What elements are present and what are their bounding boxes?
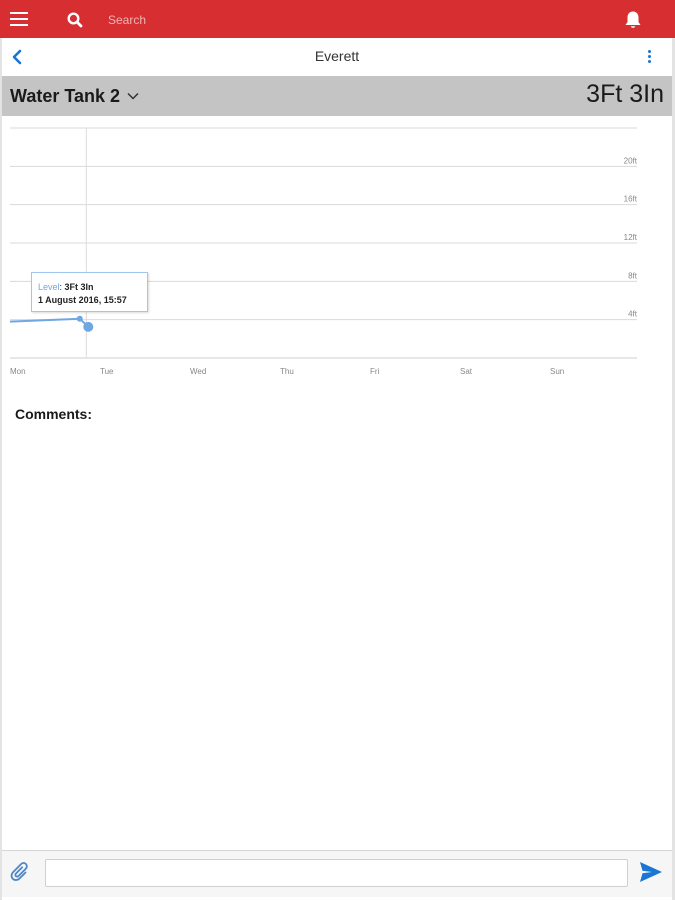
tooltip-timestamp: 1 August 2016, 15:57 xyxy=(38,295,127,305)
chart-tooltip: Level: 3Ft 3In 1 August 2016, 15:57 xyxy=(31,272,148,312)
series-level[interactable] xyxy=(9,315,94,332)
y-tick-label: 4ft xyxy=(628,310,638,319)
x-tick-label: Wed xyxy=(190,367,206,376)
x-tick-label: Sat xyxy=(460,367,473,376)
hamburger-menu-icon[interactable] xyxy=(10,11,28,27)
comments-heading: Comments: xyxy=(15,406,93,422)
x-tick-label: Thu xyxy=(280,367,294,376)
more-options-icon[interactable] xyxy=(646,49,654,65)
search-input[interactable] xyxy=(100,9,516,31)
tooltip-value: 3Ft 3In xyxy=(64,282,94,292)
level-chart: 4ft 8ft 12ft 16ft 20ft Mon Tue Wed Thu Fri Sat Sun xyxy=(9,127,638,376)
y-tick-label: 16ft xyxy=(624,195,638,204)
tank-name: Water Tank 2 xyxy=(10,85,121,106)
comment-composer xyxy=(2,850,672,897)
highlighted-data-point[interactable] xyxy=(83,321,94,332)
x-tick-label: Tue xyxy=(100,367,114,376)
navigation-header: Everett xyxy=(2,38,672,76)
comment-input[interactable] xyxy=(45,859,628,887)
y-axis-labels: 4ft 8ft 12ft 16ft 20ft xyxy=(624,156,638,318)
tank-selector-dropdown[interactable]: Water Tank 2 xyxy=(10,84,139,108)
x-tick-label: Fri xyxy=(370,367,380,376)
tank-header: Water Tank 2 3Ft 3In xyxy=(2,76,672,116)
x-tick-label: Mon xyxy=(10,367,26,376)
tooltip-series-name: Level xyxy=(38,282,60,292)
x-tick-label: Sun xyxy=(550,367,564,376)
y-tick-label: 20ft xyxy=(624,156,638,165)
data-point[interactable] xyxy=(76,315,83,322)
y-tick-label: 12ft xyxy=(624,233,638,242)
page-title: Everett xyxy=(314,48,360,64)
current-level-readout: 3Ft 3In xyxy=(586,80,664,108)
top-app-bar xyxy=(0,0,675,38)
x-axis-labels: Mon Tue Wed Thu Fri Sat Sun xyxy=(10,367,564,376)
chart-grid xyxy=(10,127,637,359)
y-tick-label: 8ft xyxy=(628,271,638,280)
chevron-down-icon xyxy=(127,92,139,100)
notification-bell-icon[interactable] xyxy=(622,9,644,31)
send-icon[interactable] xyxy=(638,860,664,884)
search-icon[interactable] xyxy=(66,11,84,29)
paperclip-attach-icon[interactable] xyxy=(10,860,32,882)
